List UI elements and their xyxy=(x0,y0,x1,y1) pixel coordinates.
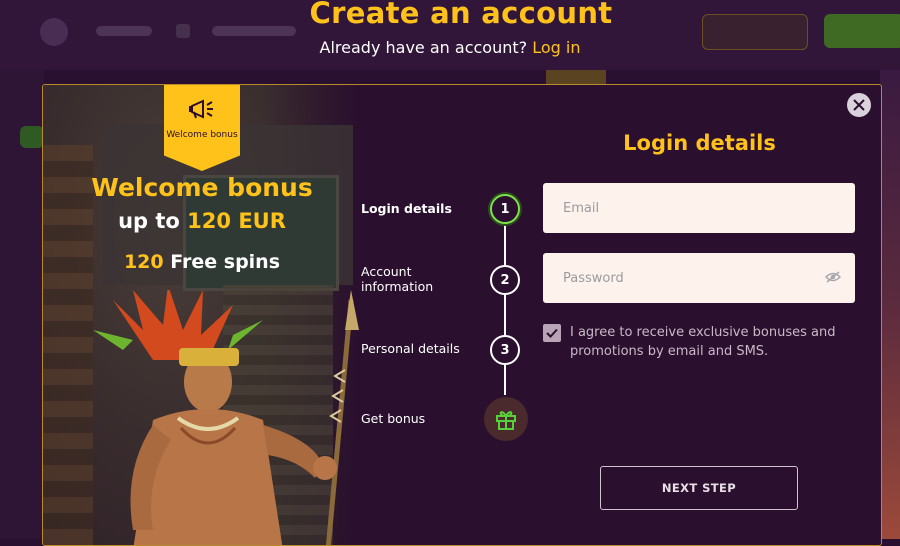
welcome-ribbon: Welcome bonus xyxy=(164,85,240,171)
page-title: Create an account xyxy=(309,0,613,30)
checkmark-icon xyxy=(546,328,558,338)
login-link[interactable]: Log in xyxy=(532,38,580,57)
login-prompt-text: Already have an account? xyxy=(319,38,528,57)
background-tab xyxy=(546,70,606,84)
email-input[interactable] xyxy=(543,183,855,233)
promo-bonus-prefix: up to xyxy=(118,209,188,233)
step-2-circle: 2 xyxy=(490,265,520,295)
promo-bonus-amount: up to 120 EUR xyxy=(43,209,361,233)
step-1-circle: 1 xyxy=(490,194,520,224)
warrior-illustration xyxy=(93,290,359,545)
background-sidebar-pill xyxy=(20,126,44,148)
get-bonus-step xyxy=(484,397,528,441)
step-3-circle: 3 xyxy=(490,335,520,365)
step-label-account-information: Account information xyxy=(361,264,434,294)
step-indicator: Login details 1 Account information 2 Pe… xyxy=(361,85,551,545)
agree-label: I agree to receive exclusive bonuses and… xyxy=(570,325,836,359)
close-button[interactable] xyxy=(847,93,871,117)
background-right-edge xyxy=(880,70,900,539)
promo-free-spins: 120 Free spins xyxy=(43,251,361,273)
next-step-button[interactable]: NEXT STEP xyxy=(600,466,798,510)
promo-spins-count: 120 xyxy=(123,251,164,273)
login-prompt: Already have an account? Log in xyxy=(0,38,900,57)
promo-spins-label: Free spins xyxy=(163,251,281,273)
form-title: Login details xyxy=(623,131,776,155)
megaphone-icon xyxy=(189,99,213,119)
promo-bonus-value: 120 EUR xyxy=(187,209,286,233)
close-icon xyxy=(853,99,865,111)
step-label-get-bonus: Get bonus xyxy=(361,411,426,426)
eye-off-icon[interactable] xyxy=(825,271,841,283)
promo-panel: Welcome bonus Welcome bonus up to 120 EU… xyxy=(43,85,361,545)
step-label-login-details: Login details xyxy=(361,201,452,216)
password-input[interactable] xyxy=(543,253,855,303)
promo-title: Welcome bonus xyxy=(91,173,313,202)
step-connector xyxy=(504,215,506,395)
step-label-personal-details: Personal details xyxy=(361,341,460,356)
registration-modal: Welcome bonus Welcome bonus up to 120 EU… xyxy=(42,84,882,546)
agree-checkbox[interactable] xyxy=(543,324,561,342)
gift-icon xyxy=(496,411,516,430)
ribbon-label: Welcome bonus xyxy=(166,130,238,140)
